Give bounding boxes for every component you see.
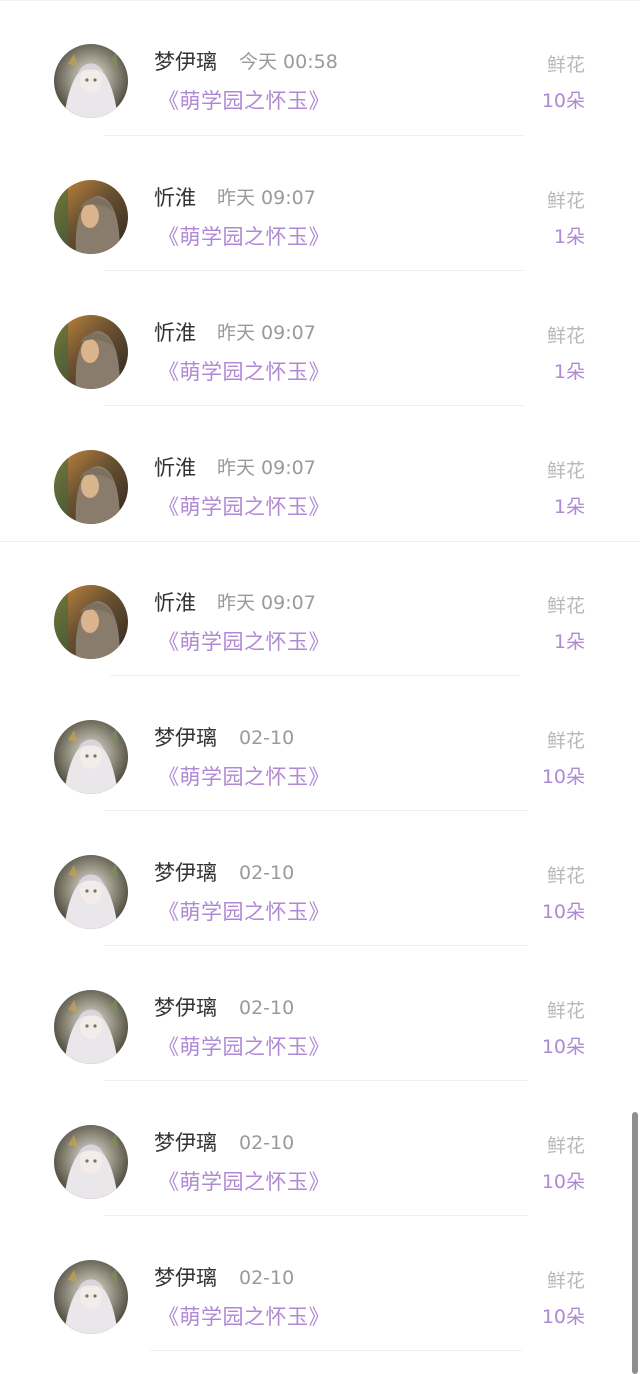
gift-type: 鲜花 bbox=[546, 460, 585, 482]
gift-type: 鲜花 bbox=[546, 595, 585, 617]
gift-count: 10朵 bbox=[541, 90, 585, 112]
send-time: 昨天 09:07 bbox=[217, 457, 316, 479]
section-divider bbox=[0, 541, 640, 542]
send-time: 02-10 bbox=[239, 1267, 295, 1289]
user-name[interactable]: 忻淮 bbox=[154, 454, 196, 482]
list-item[interactable]: 忻淮 昨天 09:07 《萌学园之怀玉》 鲜花 1朵 bbox=[0, 406, 640, 541]
gift-count: 10朵 bbox=[541, 901, 585, 923]
anime-girl-avatar-icon[interactable] bbox=[54, 1260, 128, 1334]
gift-type: 鲜花 bbox=[546, 1135, 585, 1157]
user-name[interactable]: 忻淮 bbox=[154, 319, 196, 347]
user-name[interactable]: 梦伊璃 bbox=[154, 859, 217, 887]
gift-type: 鲜花 bbox=[546, 325, 585, 347]
gift-type: 鲜花 bbox=[546, 730, 585, 752]
anime-girl-avatar-icon[interactable] bbox=[54, 855, 128, 929]
send-time: 今天 00:58 bbox=[239, 51, 338, 73]
flower-gift-list: 梦伊璃 今天 00:58 《萌学园之怀玉》 鲜花 10朵 忻淮 昨天 09:07… bbox=[0, 0, 640, 1351]
girl-photo-avatar-icon[interactable] bbox=[54, 450, 128, 524]
anime-girl-avatar-icon[interactable] bbox=[54, 720, 128, 794]
anime-girl-avatar-icon[interactable] bbox=[54, 1125, 128, 1199]
user-name[interactable]: 梦伊璃 bbox=[154, 724, 217, 752]
send-time: 02-10 bbox=[239, 1132, 295, 1154]
send-time: 02-10 bbox=[239, 727, 295, 749]
book-title-link[interactable]: 《萌学园之怀玉》 bbox=[158, 223, 330, 251]
gift-type: 鲜花 bbox=[546, 54, 585, 76]
user-name[interactable]: 忻淮 bbox=[154, 184, 196, 212]
list-item[interactable]: 梦伊璃 02-10 《萌学园之怀玉》 鲜花 10朵 bbox=[0, 1216, 640, 1351]
anime-girl-avatar-icon[interactable] bbox=[54, 990, 128, 1064]
user-name[interactable]: 梦伊璃 bbox=[154, 1264, 217, 1292]
user-name[interactable]: 梦伊璃 bbox=[154, 994, 217, 1022]
anime-girl-avatar-icon[interactable] bbox=[54, 44, 128, 118]
send-time: 昨天 09:07 bbox=[217, 187, 316, 209]
book-title-link[interactable]: 《萌学园之怀玉》 bbox=[158, 628, 330, 656]
list-item[interactable]: 梦伊璃 02-10 《萌学园之怀玉》 鲜花 10朵 bbox=[0, 946, 640, 1081]
girl-photo-avatar-icon[interactable] bbox=[54, 180, 128, 254]
list-item[interactable]: 梦伊璃 今天 00:58 《萌学园之怀玉》 鲜花 10朵 bbox=[0, 0, 640, 136]
list-item[interactable]: 梦伊璃 02-10 《萌学园之怀玉》 鲜花 10朵 bbox=[0, 676, 640, 811]
send-time: 02-10 bbox=[239, 997, 295, 1019]
gift-count: 10朵 bbox=[541, 766, 585, 788]
book-title-link[interactable]: 《萌学园之怀玉》 bbox=[158, 493, 330, 521]
gift-count: 1朵 bbox=[553, 361, 585, 383]
book-title-link[interactable]: 《萌学园之怀玉》 bbox=[158, 358, 330, 386]
gift-count: 1朵 bbox=[553, 226, 585, 248]
gift-type: 鲜花 bbox=[546, 865, 585, 887]
book-title-link[interactable]: 《萌学园之怀玉》 bbox=[158, 898, 330, 926]
book-title-link[interactable]: 《萌学园之怀玉》 bbox=[158, 1168, 330, 1196]
gift-count: 10朵 bbox=[541, 1036, 585, 1058]
gift-type: 鲜花 bbox=[546, 1000, 585, 1022]
list-item[interactable]: 忻淮 昨天 09:07 《萌学园之怀玉》 鲜花 1朵 bbox=[0, 271, 640, 406]
book-title-link[interactable]: 《萌学园之怀玉》 bbox=[158, 1303, 330, 1331]
gift-count: 10朵 bbox=[541, 1171, 585, 1193]
user-name[interactable]: 忻淮 bbox=[154, 589, 196, 617]
user-name[interactable]: 梦伊璃 bbox=[154, 48, 217, 76]
list-item[interactable]: 梦伊璃 02-10 《萌学园之怀玉》 鲜花 10朵 bbox=[0, 1081, 640, 1216]
scrollbar-thumb[interactable] bbox=[632, 1112, 638, 1374]
gift-type: 鲜花 bbox=[546, 190, 585, 212]
gift-count: 10朵 bbox=[541, 1306, 585, 1328]
book-title-link[interactable]: 《萌学园之怀玉》 bbox=[158, 763, 330, 791]
girl-photo-avatar-icon[interactable] bbox=[54, 585, 128, 659]
book-title-link[interactable]: 《萌学园之怀玉》 bbox=[158, 87, 330, 115]
user-name[interactable]: 梦伊璃 bbox=[154, 1129, 217, 1157]
girl-photo-avatar-icon[interactable] bbox=[54, 315, 128, 389]
gift-type: 鲜花 bbox=[546, 1270, 585, 1292]
row-divider bbox=[150, 1350, 522, 1351]
send-time: 昨天 09:07 bbox=[217, 322, 316, 344]
send-time: 02-10 bbox=[239, 862, 295, 884]
gift-count: 1朵 bbox=[553, 631, 585, 653]
gift-count: 1朵 bbox=[553, 496, 585, 518]
list-item[interactable]: 梦伊璃 02-10 《萌学园之怀玉》 鲜花 10朵 bbox=[0, 811, 640, 946]
list-item[interactable]: 忻淮 昨天 09:07 《萌学园之怀玉》 鲜花 1朵 bbox=[0, 541, 640, 676]
book-title-link[interactable]: 《萌学园之怀玉》 bbox=[158, 1033, 330, 1061]
list-item[interactable]: 忻淮 昨天 09:07 《萌学园之怀玉》 鲜花 1朵 bbox=[0, 136, 640, 271]
send-time: 昨天 09:07 bbox=[217, 592, 316, 614]
